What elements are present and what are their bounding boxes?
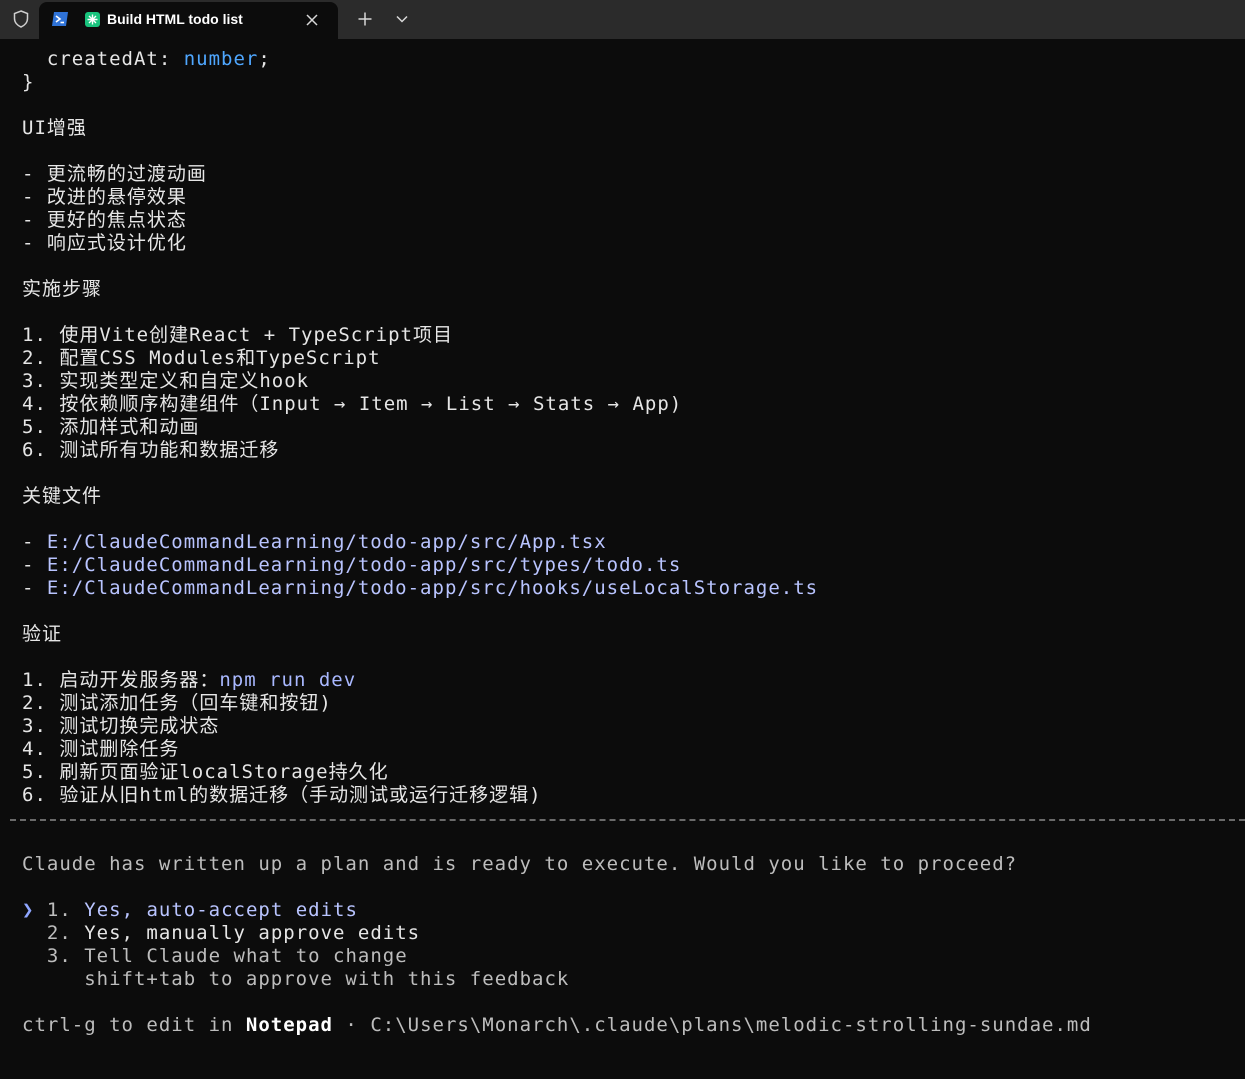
close-icon[interactable]	[303, 11, 321, 29]
list-item: 2. 测试添加任务（回车键和按钮)	[22, 692, 332, 714]
tab-title: Build HTML todo list	[107, 11, 243, 27]
title-bar: Build HTML todo list	[0, 0, 1245, 39]
file-path-link[interactable]: E:/ClaudeCommandLearning/todo-app/src/ho…	[47, 577, 818, 599]
list-item: 1. 使用Vite创建React + TypeScript项目	[22, 324, 453, 346]
app-icon	[85, 12, 100, 27]
divider	[10, 819, 1245, 821]
option-number: 3.	[46, 945, 72, 967]
plus-icon[interactable]	[352, 8, 378, 30]
files-section-heading: 关键文件	[22, 485, 103, 507]
file-path-row: - E:/ClaudeCommandLearning/todo-app/src/…	[22, 554, 681, 577]
list-item: 2. 配置CSS Modules和TypeScript	[22, 347, 381, 369]
bullet: -	[22, 554, 47, 576]
option-2[interactable]: 2. Yes, manually approve edits	[22, 922, 420, 945]
list-item: 6. 测试所有功能和数据迁移	[22, 439, 280, 461]
footer-prefix: ctrl-g to edit in	[22, 1014, 246, 1036]
code-field-name: createdAt:	[22, 48, 184, 70]
footer-separator: ·	[332, 1014, 371, 1036]
chevron-down-icon[interactable]	[391, 8, 413, 30]
list-item: 4. 测试删除任务	[22, 738, 180, 760]
option-hint: shift+tab to approve with this feedback	[84, 968, 570, 990]
code-close-brace: }	[22, 71, 35, 93]
bullet: -	[22, 531, 47, 553]
option-number: 1.	[46, 899, 72, 921]
list-item: 5. 添加样式和动画	[22, 416, 200, 438]
bullet: -	[22, 577, 47, 599]
command-text: npm run dev	[219, 669, 357, 691]
list-item: - 更好的焦点状态	[22, 209, 187, 231]
file-path-link[interactable]: E:/ClaudeCommandLearning/todo-app/src/Ap…	[47, 531, 607, 553]
terminal-tab[interactable]: Build HTML todo list	[39, 2, 338, 39]
list-item: 3. 实现类型定义和自定义hook	[22, 370, 310, 392]
file-path-row: - E:/ClaudeCommandLearning/todo-app/src/…	[22, 577, 818, 600]
prompt-question: Claude has written up a plan and is read…	[22, 853, 1018, 875]
shield-icon[interactable]	[8, 8, 34, 30]
editor-name: Notepad	[245, 1014, 333, 1036]
code-field-line: createdAt: number;	[22, 48, 271, 71]
footer-hint: ctrl-g to edit in Notepad · C:\Users\Mon…	[22, 1014, 1092, 1037]
verify-section-heading: 验证	[22, 623, 63, 645]
file-path-row: - E:/ClaudeCommandLearning/todo-app/src/…	[22, 531, 607, 554]
option-number: 2.	[46, 922, 72, 944]
list-item: 5. 刷新页面验证localStorage持久化	[22, 761, 389, 783]
list-item: 6. 验证从旧html的数据迁移（手动测试或运行迁移逻辑)	[22, 784, 542, 806]
list-item: - 响应式设计优化	[22, 232, 187, 254]
steps-section-heading: 实施步骤	[22, 278, 103, 300]
file-path-link[interactable]: E:/ClaudeCommandLearning/todo-app/src/ty…	[47, 554, 681, 576]
selection-cursor-icon: ❯	[22, 899, 35, 921]
code-field-type: number	[183, 48, 259, 70]
option-3-hint: shift+tab to approve with this feedback	[22, 968, 569, 991]
list-item: 1. 启动开发服务器：npm run dev	[22, 669, 356, 692]
list-item: - 更流畅的过渡动画	[22, 163, 207, 185]
list-item: 3. 测试切换完成状态	[22, 715, 220, 737]
option-1[interactable]: ❯ 1. Yes, auto-accept edits	[22, 899, 358, 922]
option-label: Yes, manually approve edits	[84, 922, 421, 944]
verify-step-text: 1. 启动开发服务器：	[22, 669, 220, 691]
option-label: Yes, auto-accept edits	[84, 899, 358, 921]
list-item: - 改进的悬停效果	[22, 186, 187, 208]
powershell-icon	[51, 11, 69, 27]
plan-path: C:\Users\Monarch\.claude\plans\melodic-s…	[370, 1014, 1092, 1036]
option-label: Tell Claude what to change	[84, 945, 408, 967]
option-3[interactable]: 3. Tell Claude what to change	[22, 945, 408, 968]
list-item: 4. 按依赖顺序构建组件（Input → Item → List → Stats…	[22, 393, 683, 415]
code-field-end: ;	[258, 48, 271, 70]
ui-section-heading: UI增强	[22, 117, 87, 139]
